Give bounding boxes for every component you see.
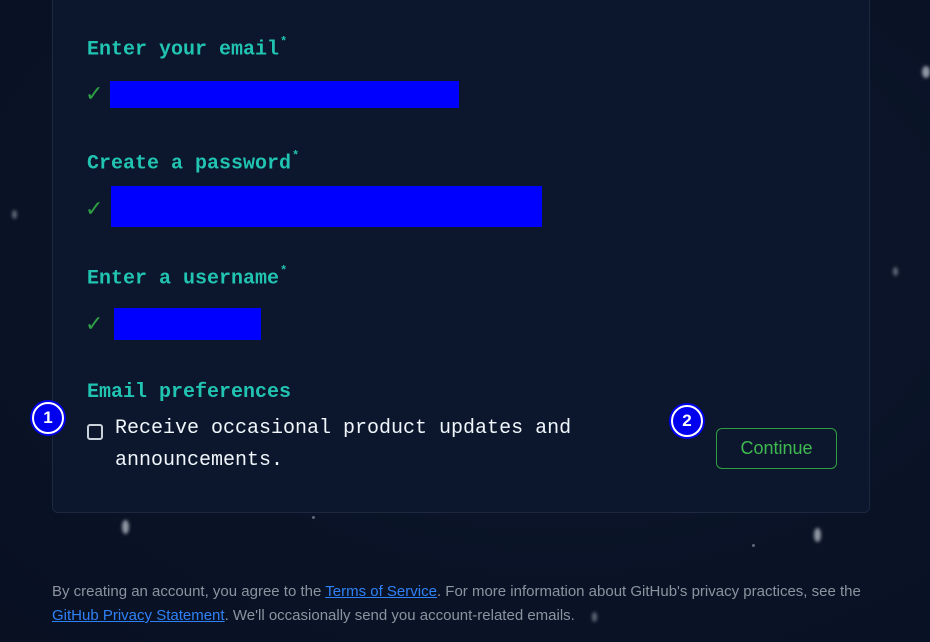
email-label-text: Enter your email: [87, 38, 280, 62]
annotation-marker-2: 2: [671, 405, 703, 437]
terms-of-service-link[interactable]: Terms of Service: [325, 583, 437, 600]
required-mark: *: [280, 35, 288, 49]
star-decoration: [752, 544, 755, 547]
email-label: Enter your email*: [87, 35, 288, 62]
star-decoration: [312, 516, 315, 519]
required-mark: *: [292, 149, 300, 163]
terms-footer: By creating an account, you agree to the…: [52, 580, 892, 628]
signup-form-card: Enter your email* ✓ Create a password* ✓…: [52, 0, 870, 513]
footer-text: . For more information about GitHub's pr…: [436, 583, 861, 600]
star-decoration: [814, 528, 821, 542]
username-field-redacted[interactable]: [114, 308, 261, 340]
star-decoration: [922, 66, 930, 78]
username-label: Enter a username*: [87, 264, 288, 291]
email-preferences-label: Email preferences: [87, 381, 292, 404]
product-updates-checkbox-label[interactable]: Receive occasional product updates and a…: [115, 413, 635, 477]
password-label-text: Create a password: [87, 152, 292, 176]
product-updates-checkbox[interactable]: [87, 424, 103, 440]
password-field-redacted[interactable]: [111, 186, 542, 227]
annotation-marker-1: 1: [32, 402, 64, 434]
password-valid-check-icon: ✓: [85, 197, 104, 222]
star-decoration: [122, 520, 129, 534]
password-label: Create a password*: [87, 149, 300, 176]
required-mark: *: [280, 264, 288, 278]
email-field-redacted[interactable]: [110, 81, 459, 108]
star-decoration: [12, 210, 17, 219]
continue-button[interactable]: Continue: [716, 428, 837, 469]
username-label-text: Enter a username: [87, 267, 280, 291]
username-valid-check-icon: ✓: [85, 312, 104, 337]
footer-text: By creating an account, you agree to the: [52, 583, 326, 600]
email-valid-check-icon: ✓: [85, 82, 104, 107]
star-decoration: [893, 267, 898, 276]
privacy-statement-link[interactable]: GitHub Privacy Statement: [52, 607, 225, 624]
footer-text: . We'll occasionally send you account-re…: [224, 607, 575, 624]
